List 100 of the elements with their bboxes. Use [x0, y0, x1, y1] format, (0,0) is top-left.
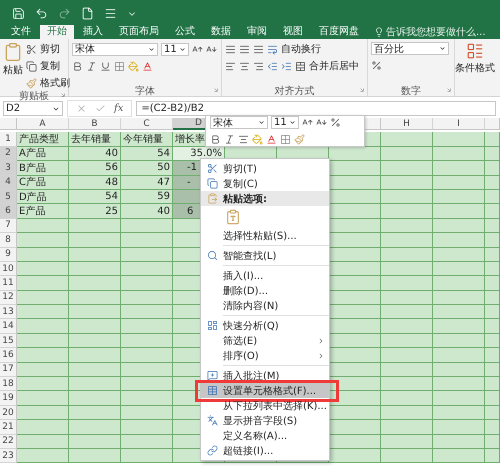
menu-item[interactable]: 从下拉列表中选择(K)... [201, 398, 329, 413]
bold-icon[interactable] [72, 60, 83, 72]
cut-button[interactable]: 剪切 [40, 42, 60, 56]
touch-mode-icon[interactable] [104, 7, 117, 20]
copy-button[interactable]: 复制 [40, 59, 60, 73]
ribbon-tab[interactable]: 文件 [4, 25, 38, 39]
row-header[interactable]: 5 [0, 190, 17, 204]
menu-item[interactable]: 插入批注(M) [201, 368, 329, 383]
fill-color-icon[interactable] [128, 60, 139, 72]
save-icon[interactable] [12, 7, 25, 20]
redo-icon[interactable] [58, 7, 71, 20]
row-header[interactable]: 23 [0, 448, 17, 464]
column-header[interactable]: C [121, 118, 173, 130]
font-size-field[interactable]: 11 [271, 116, 299, 130]
menu-item[interactable]: 选择性粘贴(S)... [201, 228, 329, 243]
column-header[interactable]: A [17, 118, 69, 130]
ribbon-tab[interactable]: 插入 [76, 25, 110, 39]
new-file-icon[interactable] [81, 7, 94, 20]
row-header[interactable]: 11 [0, 276, 17, 291]
row-header[interactable]: 22 [0, 434, 17, 449]
lightbulb-icon[interactable] [374, 27, 384, 37]
paste-button[interactable]: 粘贴 [3, 42, 23, 90]
ribbon-tab[interactable]: 视图 [276, 25, 310, 39]
row-header[interactable]: 1 [0, 132, 17, 147]
row-header[interactable]: 17 [0, 362, 17, 378]
ribbon-tab[interactable]: 数据 [204, 25, 238, 39]
italic-icon[interactable] [224, 134, 235, 145]
ribbon-tab[interactable]: 百度网盘 [312, 25, 366, 39]
row-header[interactable]: 2 [0, 146, 17, 162]
copy-icon[interactable] [26, 60, 37, 72]
row-header[interactable]: 12 [0, 290, 17, 306]
row-header[interactable]: 4 [0, 176, 17, 190]
row-header[interactable]: 18 [0, 377, 17, 392]
menu-item[interactable]: 显示拼音字段(S) [201, 413, 329, 428]
launcher-icon[interactable] [446, 87, 452, 93]
row-header[interactable]: 9 [0, 248, 17, 262]
row-header[interactable]: 15 [0, 334, 17, 348]
font-color-icon[interactable] [266, 134, 277, 145]
align-middle-icon[interactable] [239, 44, 250, 54]
menu-item[interactable]: 设置单元格格式(F)... [201, 383, 329, 398]
align-center-icon[interactable] [239, 60, 250, 72]
column-header[interactable]: B [69, 118, 121, 130]
menu-item[interactable]: 插入(I)... [201, 268, 329, 283]
shrink-font-icon[interactable] [206, 44, 217, 54]
row-header[interactable]: 14 [0, 319, 17, 334]
font-color-icon[interactable] [142, 60, 153, 72]
ribbon-tab[interactable]: 公式 [168, 25, 202, 39]
row-header[interactable]: 6 [0, 204, 17, 219]
row-header[interactable]: 20 [0, 406, 17, 420]
column-header[interactable]: I [433, 118, 485, 130]
row-header[interactable]: 21 [0, 420, 17, 435]
launcher-icon[interactable] [60, 92, 66, 98]
ribbon-tab[interactable]: 审阅 [240, 25, 274, 39]
font-name-field[interactable]: 宋体 [72, 42, 158, 56]
font-size-field[interactable]: 11 [161, 42, 189, 56]
menu-item[interactable]: 定义名称(A)... [201, 428, 329, 443]
menu-item[interactable]: 快速分析(Q) [201, 318, 329, 333]
menu-item[interactable]: 清除内容(N) [201, 298, 329, 313]
percent-icon[interactable] [330, 117, 341, 128]
align-left-icon[interactable] [225, 60, 236, 72]
menu-item[interactable]: 筛选(E) [201, 333, 329, 348]
align-top-icon[interactable] [225, 44, 236, 54]
menu-item[interactable]: 智能查找(L) [201, 248, 329, 263]
ribbon-tab[interactable]: 开始 [40, 25, 74, 39]
merge-icon[interactable] [295, 60, 306, 72]
launcher-icon[interactable] [213, 87, 219, 93]
indent-increase-icon[interactable] [281, 60, 292, 72]
scissors-icon[interactable] [26, 44, 37, 54]
fill-color-icon[interactable] [252, 134, 263, 145]
insert-function-button[interactable]: fx [114, 103, 124, 114]
align-bottom-icon[interactable] [253, 44, 264, 54]
row-header[interactable]: 13 [0, 305, 17, 320]
indent-decrease-icon[interactable] [267, 60, 278, 72]
row-header[interactable]: 7 [0, 218, 17, 234]
menu-item[interactable]: 超链接(I)... [201, 443, 329, 458]
wrap-text-button[interactable]: 自动换行 [281, 42, 321, 56]
merge-center-button[interactable]: 合并后居中 [309, 59, 359, 73]
wrap-text-icon[interactable] [267, 44, 278, 54]
border-icon[interactable] [280, 134, 291, 145]
grow-font-icon[interactable] [192, 44, 203, 54]
launcher-icon[interactable] [359, 87, 365, 93]
row-header[interactable]: 8 [0, 233, 17, 248]
percent-icon[interactable] [371, 60, 382, 70]
underline-icon[interactable] [100, 60, 111, 72]
menu-item[interactable]: 排序(O) [201, 348, 329, 363]
align-right-icon[interactable] [253, 60, 264, 72]
column-header[interactable]: H [381, 118, 433, 130]
menu-item[interactable]: 删除(D)... [201, 283, 329, 298]
italic-icon[interactable] [86, 60, 97, 72]
align-center-icon[interactable] [238, 134, 249, 145]
number-format-field[interactable]: 百分比 [371, 42, 449, 55]
row-header[interactable]: 3 [0, 161, 17, 176]
bold-icon[interactable] [210, 134, 221, 145]
row-header[interactable]: 19 [0, 391, 17, 406]
name-box[interactable]: D2 [3, 101, 63, 116]
font-name-field[interactable]: 宋体 [210, 116, 268, 130]
row-header[interactable]: 16 [0, 348, 17, 363]
row-header[interactable]: 10 [0, 262, 17, 276]
undo-icon[interactable] [35, 7, 48, 20]
format-painter-button[interactable]: 格式刷 [40, 76, 70, 90]
